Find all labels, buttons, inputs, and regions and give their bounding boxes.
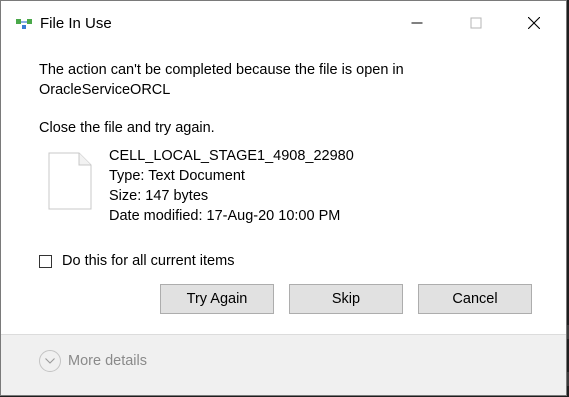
close-button[interactable] xyxy=(509,1,559,45)
dialog-content: The action can't be completed because th… xyxy=(1,45,566,335)
apply-all-checkbox-row[interactable]: Do this for all current items xyxy=(39,253,234,269)
window-title: File In Use xyxy=(40,15,112,32)
minimize-icon xyxy=(411,22,423,24)
file-name: CELL_LOCAL_STAGE1_4908_22980 xyxy=(109,148,354,164)
file-date-modified: Date modified: 17-Aug-20 10:00 PM xyxy=(109,208,341,224)
file-in-use-icon xyxy=(16,17,32,31)
apply-all-label[interactable]: Do this for all current items xyxy=(62,253,234,269)
file-type: Type: Text Document xyxy=(109,168,245,184)
more-details-label[interactable]: More details xyxy=(68,353,147,369)
chevron-down-icon[interactable] xyxy=(39,350,61,372)
text-document-icon xyxy=(48,152,92,210)
file-size: Size: 147 bytes xyxy=(109,188,209,204)
maximize-icon xyxy=(470,17,482,29)
close-icon xyxy=(528,17,540,29)
minimize-button[interactable] xyxy=(392,1,442,45)
title-bar: File In Use xyxy=(1,1,566,45)
more-details-toggle[interactable]: More details xyxy=(39,350,147,372)
file-in-use-dialog: File In Use The action can't be complete… xyxy=(0,0,567,396)
footer-divider xyxy=(1,334,566,335)
cancel-button[interactable]: Cancel xyxy=(418,284,532,314)
maximize-button[interactable] xyxy=(451,1,501,45)
error-message: The action can't be completed because th… xyxy=(39,62,404,98)
file-details: CELL_LOCAL_STAGE1_4908_22980 Type: Text … xyxy=(109,146,354,226)
instruction-message: Close the file and try again. xyxy=(39,120,215,136)
skip-button[interactable]: Skip xyxy=(289,284,403,314)
try-again-button[interactable]: Try Again xyxy=(160,284,274,314)
apply-all-checkbox[interactable] xyxy=(39,254,52,268)
